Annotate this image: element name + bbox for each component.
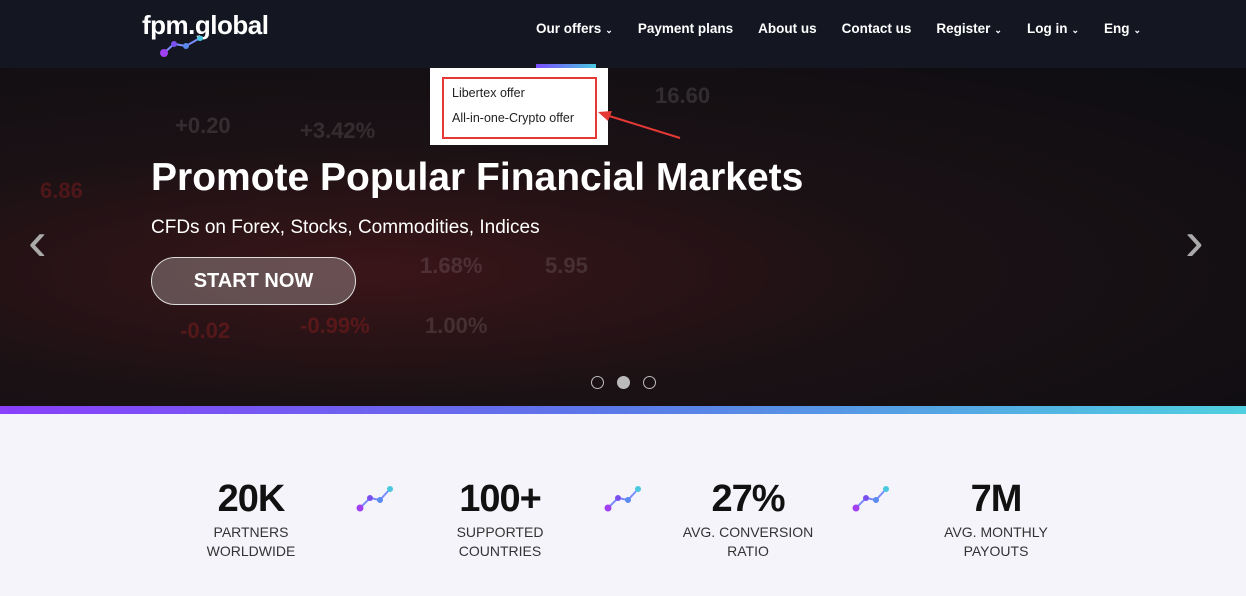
gradient-divider (0, 406, 1246, 414)
trend-icon (604, 486, 641, 512)
trend-icon (356, 486, 393, 512)
stat-partners: 20K PARTNERS WORLDWIDE (206, 478, 296, 559)
next-slide-arrow-icon[interactable]: › (1185, 208, 1204, 273)
main-nav: Our offers ⌄ Payment plans About us Conta… (536, 21, 1141, 36)
start-now-button[interactable]: START NOW (151, 257, 356, 305)
logo[interactable]: fpm.global (142, 10, 269, 57)
hero-title: Promote Popular Financial Markets (151, 156, 804, 199)
stat-conversion: 27% AVG. CONVERSION RATIO (682, 478, 814, 559)
nav-log-in[interactable]: Log in ⌄ (1027, 21, 1079, 36)
nav-register[interactable]: Register ⌄ (936, 21, 1002, 36)
stat-payouts: 7M AVG. MONTHLY PAYOUTS (944, 478, 1048, 559)
logo-chart-icon (160, 36, 203, 57)
slide-dot-2[interactable] (617, 376, 630, 389)
prev-slide-arrow-icon[interactable]: ‹ (28, 208, 47, 273)
nav-language[interactable]: Eng ⌄ (1104, 21, 1141, 36)
trend-icon (852, 486, 889, 512)
header: fpm.global Our offers ⌄ Payment plans Abo… (0, 0, 1246, 68)
nav-contact-us[interactable]: Contact us (842, 21, 912, 36)
slide-dot-1[interactable] (591, 376, 604, 389)
nav-our-offers[interactable]: Our offers ⌄ (536, 21, 613, 36)
nav-payment-plans[interactable]: Payment plans (638, 21, 733, 36)
slide-indicators (591, 376, 656, 389)
our-offers-dropdown: Libertex offer All-in-one-Crypto offer (430, 68, 608, 145)
nav-about-us[interactable]: About us (758, 21, 817, 36)
stat-countries: 100+ SUPPORTED COUNTRIES (456, 478, 544, 559)
annotation-arrow-icon (598, 111, 681, 139)
dropdown-item-libertex[interactable]: Libertex offer (452, 86, 525, 100)
slide-dot-3[interactable] (643, 376, 656, 389)
hero-subtitle: CFDs on Forex, Stocks, Commodities, Indi… (151, 217, 540, 238)
dropdown-item-crypto[interactable]: All-in-one-Crypto offer (452, 111, 574, 125)
